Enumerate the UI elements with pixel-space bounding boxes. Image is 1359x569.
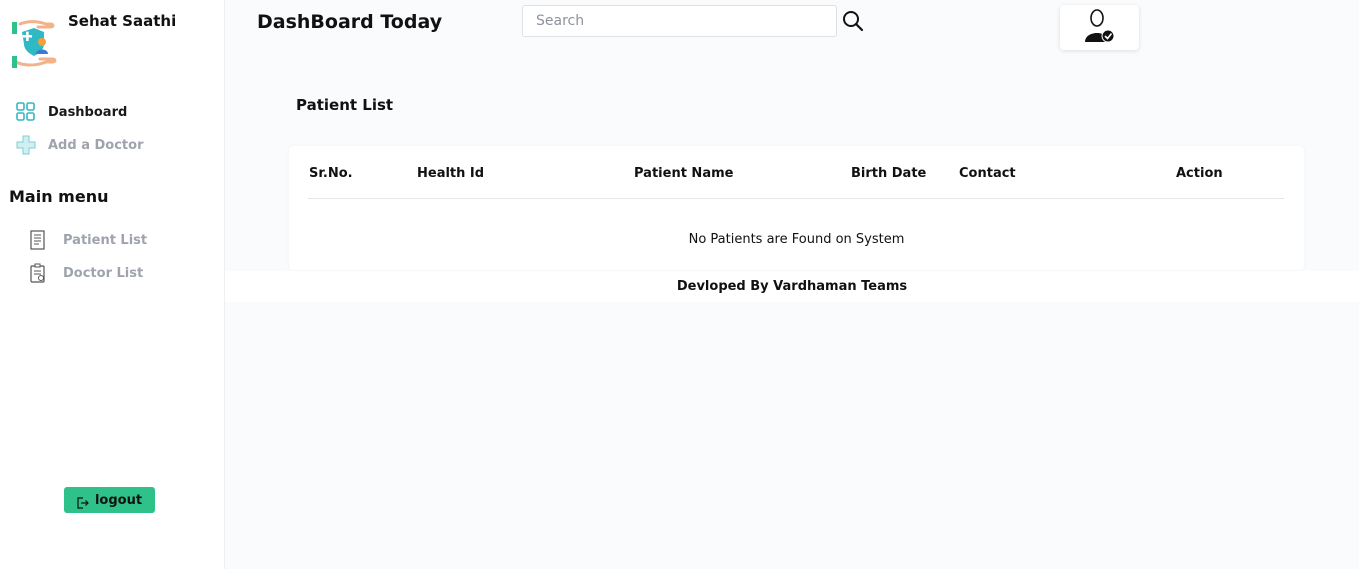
sidebar: Sehat Saathi Dashboard Add a Doctor Main…	[0, 0, 225, 569]
verified-user-icon	[1083, 8, 1117, 48]
sidebar-item-add-doctor[interactable]: Add a Doctor	[16, 134, 143, 156]
clipboard-icon	[29, 263, 49, 283]
brand-logo-icon	[10, 18, 60, 70]
logout-icon	[77, 494, 89, 509]
list-document-icon	[29, 230, 49, 250]
search-icon[interactable]	[842, 10, 864, 32]
column-header-patient-name: Patient Name	[634, 166, 734, 181]
column-header-contact: Contact	[959, 166, 1016, 181]
column-header-health-id: Health Id	[417, 166, 485, 181]
page-title: DashBoard Today	[257, 11, 443, 33]
empty-state-message: No Patients are Found on System	[688, 232, 905, 247]
footer-credit: Devloped By Vardhaman Teams	[676, 279, 908, 294]
column-header-sr-no: Sr.No.	[309, 166, 353, 181]
sidebar-item-patient-list[interactable]: Patient List	[29, 229, 147, 251]
search-input[interactable]	[522, 5, 837, 37]
table-header-divider	[308, 198, 1284, 199]
profile-button[interactable]	[1060, 5, 1139, 50]
dashboard-grid-icon	[16, 102, 36, 122]
column-header-action: Action	[1176, 166, 1223, 181]
sidebar-item-label: Dashboard	[48, 104, 128, 120]
footer: Devloped By Vardhaman Teams	[225, 271, 1359, 302]
main-menu-heading: Main menu	[9, 187, 109, 206]
brand-name: Sehat Saathi	[68, 12, 177, 30]
logout-button[interactable]: logout	[64, 487, 155, 513]
section-title: Patient List	[296, 96, 394, 114]
logout-label: logout	[94, 492, 143, 508]
patient-table: Sr.No. Health Id Patient Name Birth Date…	[289, 146, 1304, 270]
medical-cross-icon	[16, 135, 36, 155]
column-header-birth-date: Birth Date	[851, 166, 927, 181]
sidebar-item-label: Doctor List	[63, 265, 144, 281]
sidebar-item-doctor-list[interactable]: Doctor List	[29, 262, 143, 284]
sidebar-item-label: Add a Doctor	[48, 137, 144, 153]
sidebar-item-label: Patient List	[63, 232, 148, 248]
sidebar-item-dashboard[interactable]: Dashboard	[16, 101, 127, 123]
